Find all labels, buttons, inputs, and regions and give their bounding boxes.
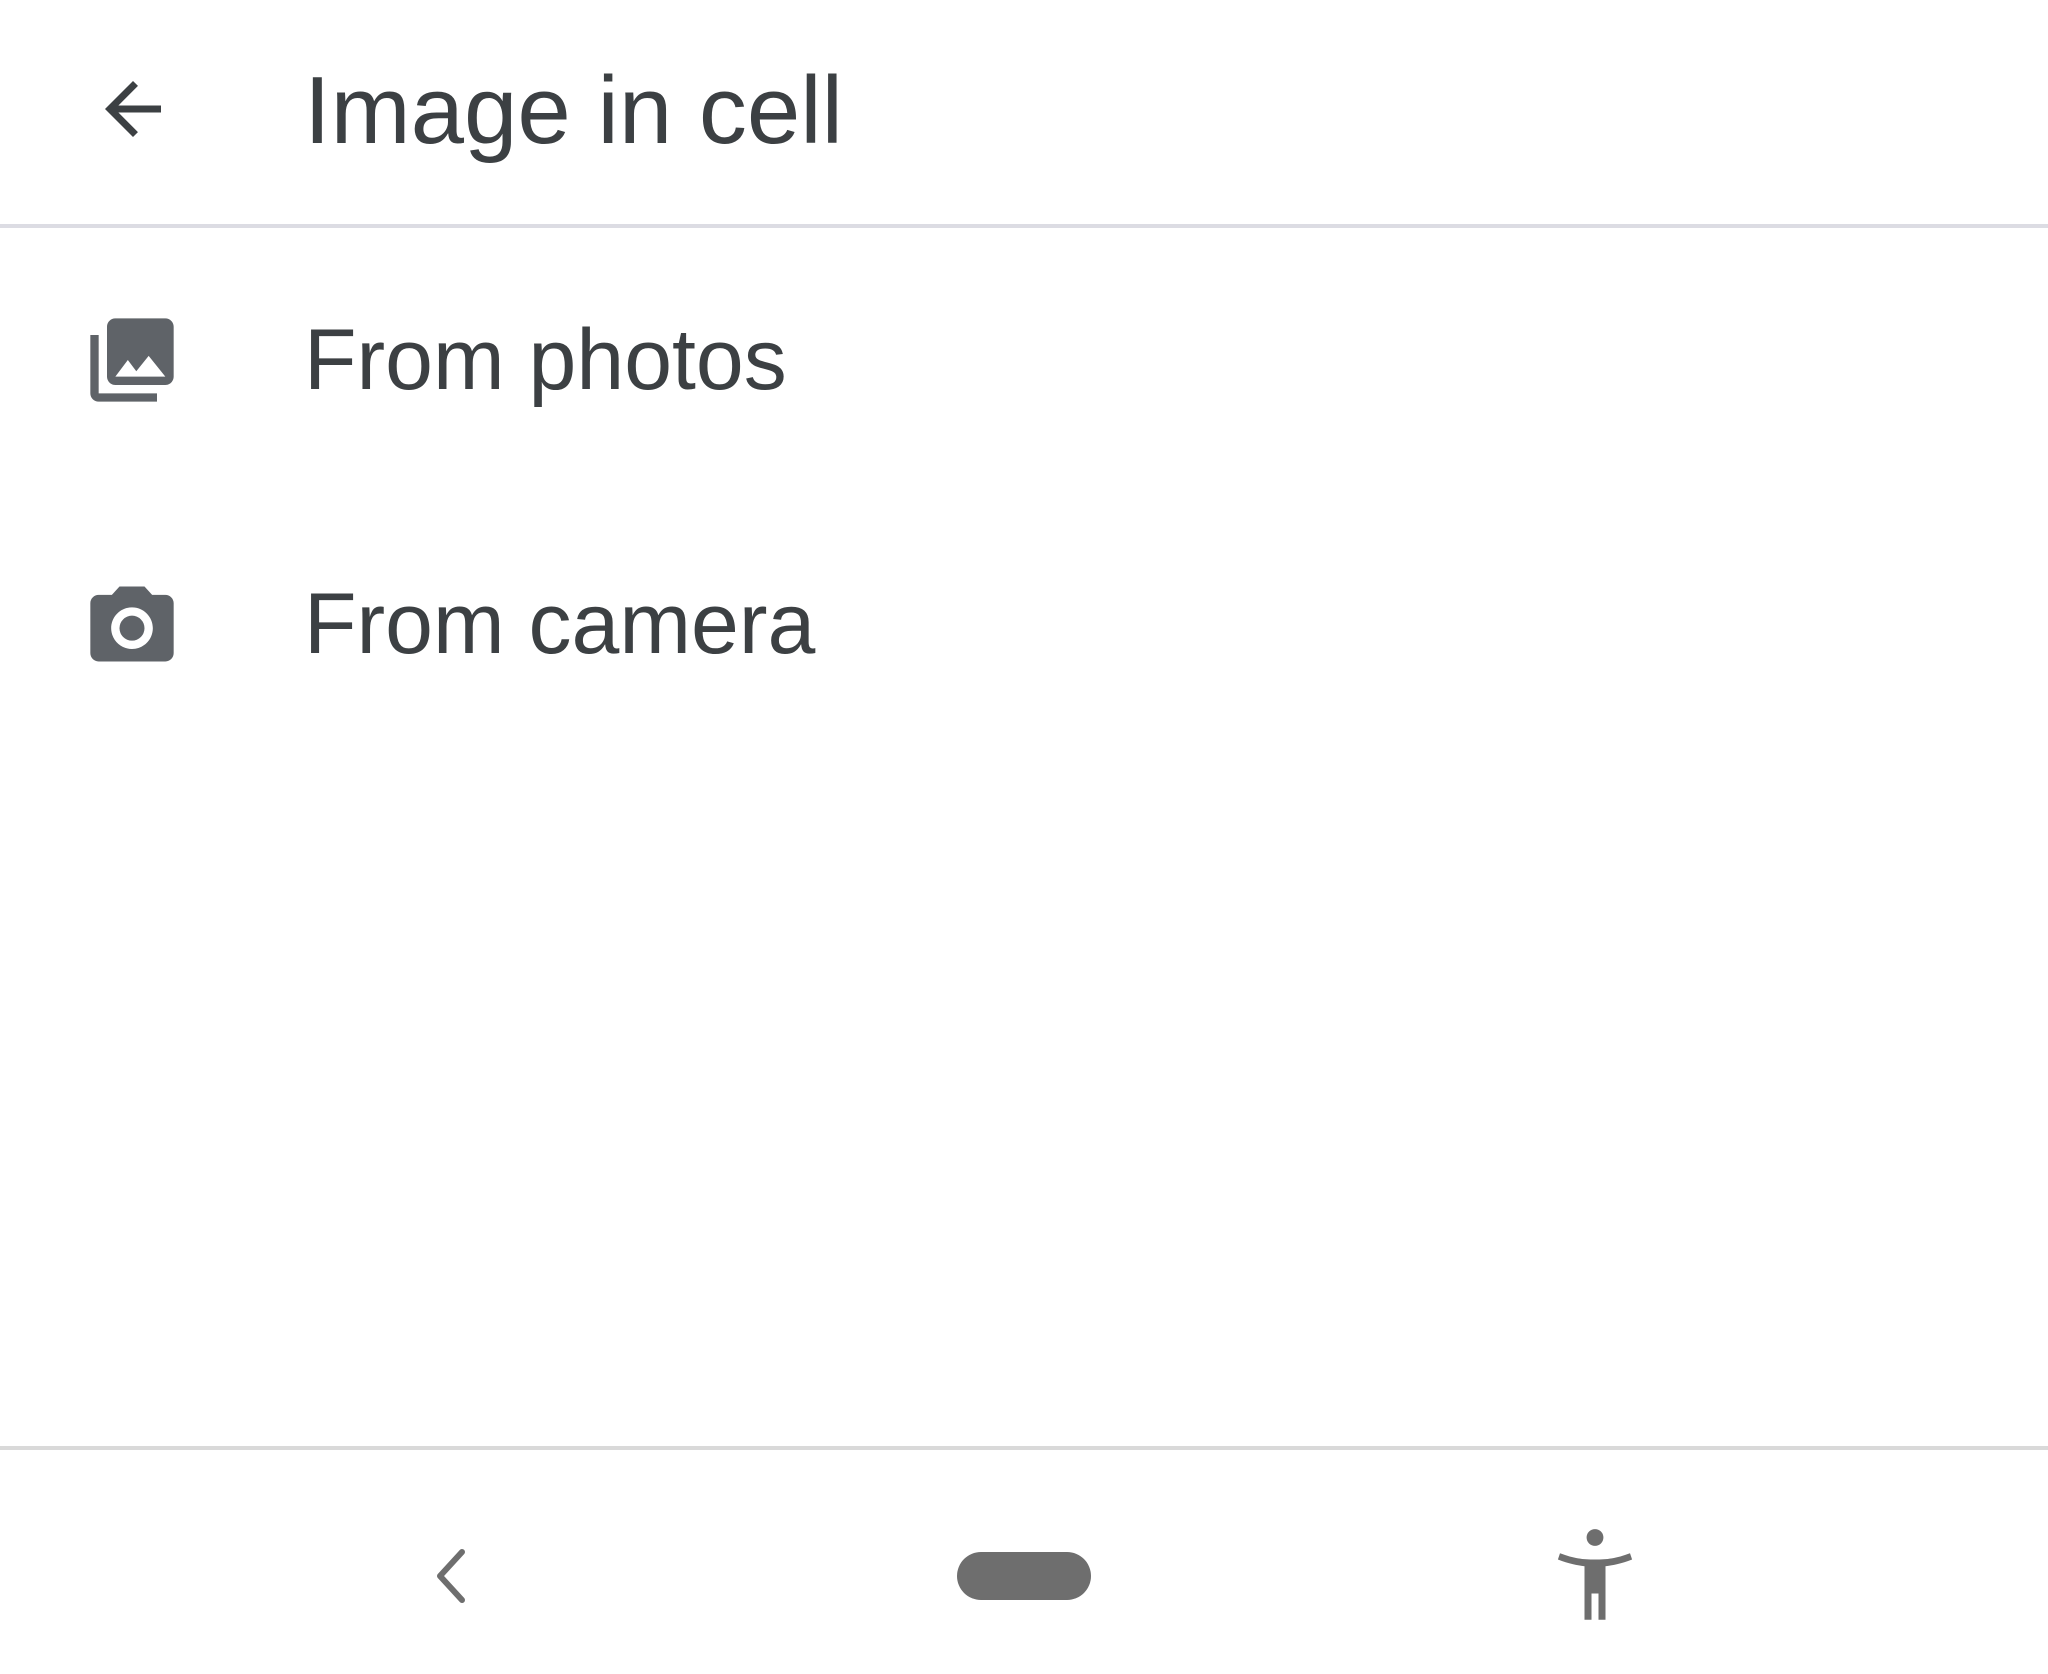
app-screen: Image in cell From photos From camera xyxy=(0,0,2048,1674)
option-label: From camera xyxy=(304,576,816,672)
accessibility-button[interactable] xyxy=(1540,1506,1650,1646)
page-title: Image in cell xyxy=(304,57,843,164)
nav-back-button[interactable] xyxy=(400,1506,500,1646)
nav-divider xyxy=(0,1446,2048,1450)
top-app-bar: Image in cell xyxy=(0,0,2048,226)
home-pill-icon xyxy=(957,1552,1091,1600)
accessibility-icon xyxy=(1557,1529,1633,1620)
back-button[interactable] xyxy=(70,46,196,172)
option-from-camera[interactable]: From camera xyxy=(0,490,2048,752)
option-from-photos[interactable]: From photos xyxy=(0,228,2048,490)
option-label: From photos xyxy=(304,312,787,408)
system-nav-bar xyxy=(0,1446,2048,1674)
nav-back-icon xyxy=(437,1549,465,1603)
camera-icon xyxy=(82,574,182,674)
arrow-back-icon xyxy=(105,81,161,137)
photo-library-icon xyxy=(82,310,182,410)
nav-home-button[interactable] xyxy=(940,1526,1108,1626)
